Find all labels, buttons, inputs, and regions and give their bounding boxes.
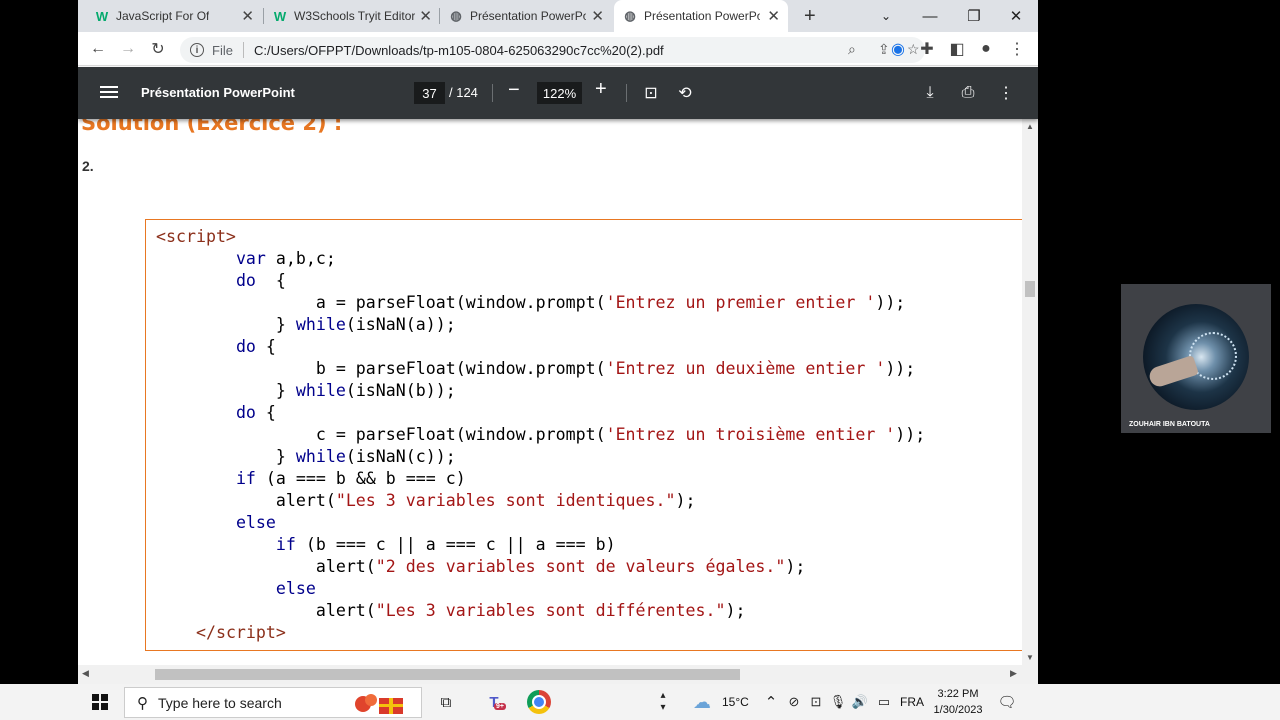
close-tab-icon[interactable]: ✕ [767, 7, 780, 25]
w3schools-icon: W [95, 8, 109, 24]
page-number-input[interactable] [414, 82, 445, 104]
toolbar-divider [626, 84, 627, 102]
clock-time: 3:22 PM [937, 688, 979, 700]
more-actions-icon[interactable]: ⋮ [995, 82, 1017, 104]
scroll-down-icon[interactable]: ▼ [1026, 653, 1034, 662]
task-view-icon[interactable]: ⧉ [434, 690, 458, 714]
scrollbar-thumb[interactable] [155, 669, 740, 680]
item-number: 2. [82, 158, 94, 174]
teams-icon[interactable]: T 9+ [482, 690, 506, 714]
address-bar[interactable]: i File C:/Users/OFPPT/Downloads/tp-m105-… [180, 37, 925, 63]
browser-window: W JavaScript For Of ✕ W W3Schools Tryit … [78, 0, 1038, 684]
gift-illustration-icon [355, 694, 403, 714]
webcam-image [1143, 304, 1249, 410]
tab-title: Présentation PowerPoi [644, 9, 760, 23]
minimize-button[interactable]: — [910, 0, 950, 32]
w3schools-icon: W [273, 8, 287, 24]
clock-date: 1/30/2023 [933, 704, 983, 716]
notifications-icon[interactable]: 🗨 [995, 690, 1019, 714]
rotate-icon[interactable]: ⟲ [674, 82, 696, 104]
show-hidden-icons-icon[interactable]: ⌃ [759, 690, 783, 714]
tab-title: JavaScript For Of [116, 9, 210, 23]
puzzle-icon[interactable]: ✚ [916, 38, 938, 60]
document-title: Présentation PowerPoint [141, 85, 295, 100]
globe-icon: ◍ [624, 8, 636, 23]
volume-icon[interactable]: 🔊 [848, 690, 872, 714]
profile-avatar-icon[interactable]: ● [975, 38, 997, 60]
address-url[interactable]: C:/Users/OFPPT/Downloads/tp-m105-0804-62… [254, 43, 664, 58]
windows-taskbar: ⚲ Type here to search ⧉ T 9+ ▴ ▾ ☁ 15°C ⌃… [0, 684, 1280, 720]
tab-strip: W JavaScript For Of ✕ W W3Schools Tryit … [78, 0, 1038, 32]
browser-toolbar: ← → ↻ i File C:/Users/OFPPT/Downloads/tp… [78, 32, 1038, 66]
address-scheme: File [212, 42, 233, 58]
close-tab-icon[interactable]: ✕ [591, 7, 604, 25]
vertical-scrollbar[interactable]: ▲ ▼ [1022, 119, 1038, 665]
zoom-in-icon[interactable]: + [595, 78, 607, 101]
webcam-thumbnail: ZOUHAIR IBN BATOUTA [1121, 284, 1271, 433]
close-tab-icon[interactable]: ✕ [419, 7, 432, 25]
hand-graphic [1147, 355, 1199, 389]
print-icon[interactable]: ⎙ [957, 82, 979, 104]
zoom-icon[interactable]: ⌕ [848, 41, 856, 58]
scroll-left-icon[interactable]: ◀ [82, 668, 89, 679]
back-arrow-icon[interactable]: ← [87, 38, 109, 60]
tab-search-icon[interactable]: ⌄ [866, 0, 906, 32]
search-icon: ⚲ [137, 694, 148, 712]
tab-w3schools-tryit[interactable]: W W3Schools Tryit Editor ✕ [264, 0, 440, 32]
zoom-out-icon[interactable]: − [508, 79, 520, 102]
side-panel-icon[interactable]: ◧ [946, 38, 968, 60]
weather-cloud-icon[interactable]: ☁ [690, 690, 714, 714]
page-total: / 124 [449, 85, 478, 100]
close-window-button[interactable]: ✕ [996, 0, 1036, 32]
download-icon[interactable]: ⤓ [919, 82, 941, 104]
toolbar-divider [492, 84, 493, 102]
zoom-input[interactable] [537, 82, 582, 104]
reload-icon[interactable]: ↻ [147, 38, 169, 60]
tab-title: Présentation PowerPoi [470, 9, 586, 23]
search-placeholder: Type here to search [158, 694, 282, 711]
new-tab-button[interactable]: + [796, 0, 820, 32]
info-icon[interactable]: i [190, 43, 204, 57]
clock[interactable]: 3:22 PM 1/30/2023 [930, 686, 986, 718]
pdf-page-view[interactable]: Solution (Exercice 2) : 2. <script> var … [78, 119, 1038, 665]
fit-page-icon[interactable]: ⊡ [640, 82, 662, 104]
address-divider [242, 42, 244, 58]
tab-presentation-2[interactable]: ◍ Présentation PowerPoi ✕ [614, 0, 788, 32]
code-box: <script> var a,b,c; do { a = parseFloat(… [145, 219, 1035, 651]
scrollbar-thumb[interactable] [1025, 281, 1035, 297]
windows-start-icon[interactable] [92, 694, 108, 710]
slide-heading: Solution (Exercice 2) : [81, 119, 343, 135]
forward-arrow-icon[interactable]: → [117, 38, 139, 60]
network-icon[interactable]: ⊘ [782, 690, 806, 714]
restore-button[interactable]: ❐ [954, 0, 994, 32]
more-options-icon[interactable]: ⋮ [1006, 38, 1028, 60]
pdf-toolbar: Présentation PowerPoint / 124 − + ⊡ ⟲ ⤓ … [78, 67, 1038, 119]
scroll-up-icon[interactable]: ▲ [1026, 122, 1034, 131]
onedrive-icon[interactable]: ⊡ [804, 690, 828, 714]
new-tab-label: + [804, 4, 816, 27]
overflow-arrows-icon[interactable]: ▴ ▾ [651, 690, 675, 714]
tab-title: W3Schools Tryit Editor [294, 9, 416, 23]
taskbar-search[interactable]: ⚲ Type here to search [124, 687, 422, 718]
globe-icon: ◍ [450, 8, 462, 23]
display-icon[interactable]: ▭ [872, 690, 896, 714]
screen: W JavaScript For Of ✕ W W3Schools Tryit … [0, 0, 1280, 720]
weather-temperature[interactable]: 15°C [722, 695, 749, 709]
scroll-right-icon[interactable]: ▶ [1010, 668, 1017, 679]
tab-presentation-1[interactable]: ◍ Présentation PowerPoi ✕ [440, 0, 612, 32]
presenter-name: ZOUHAIR IBN BATOUTA [1129, 421, 1210, 428]
notification-badge: 9+ [494, 703, 506, 710]
input-language[interactable]: FRA [900, 695, 924, 709]
horizontal-scrollbar[interactable]: ◀ ▶ [78, 665, 1038, 684]
code-listing: <script> var a,b,c; do { a = parseFloat(… [156, 227, 926, 642]
tab-javascript-for-of[interactable]: W JavaScript For Of ✕ [86, 0, 262, 32]
chrome-icon[interactable] [527, 690, 551, 714]
menu-icon[interactable] [100, 83, 118, 103]
microphone-icon[interactable]: 🎙 [826, 690, 850, 714]
close-tab-icon[interactable]: ✕ [241, 7, 254, 25]
extension-icon[interactable]: ◉ [887, 38, 909, 60]
